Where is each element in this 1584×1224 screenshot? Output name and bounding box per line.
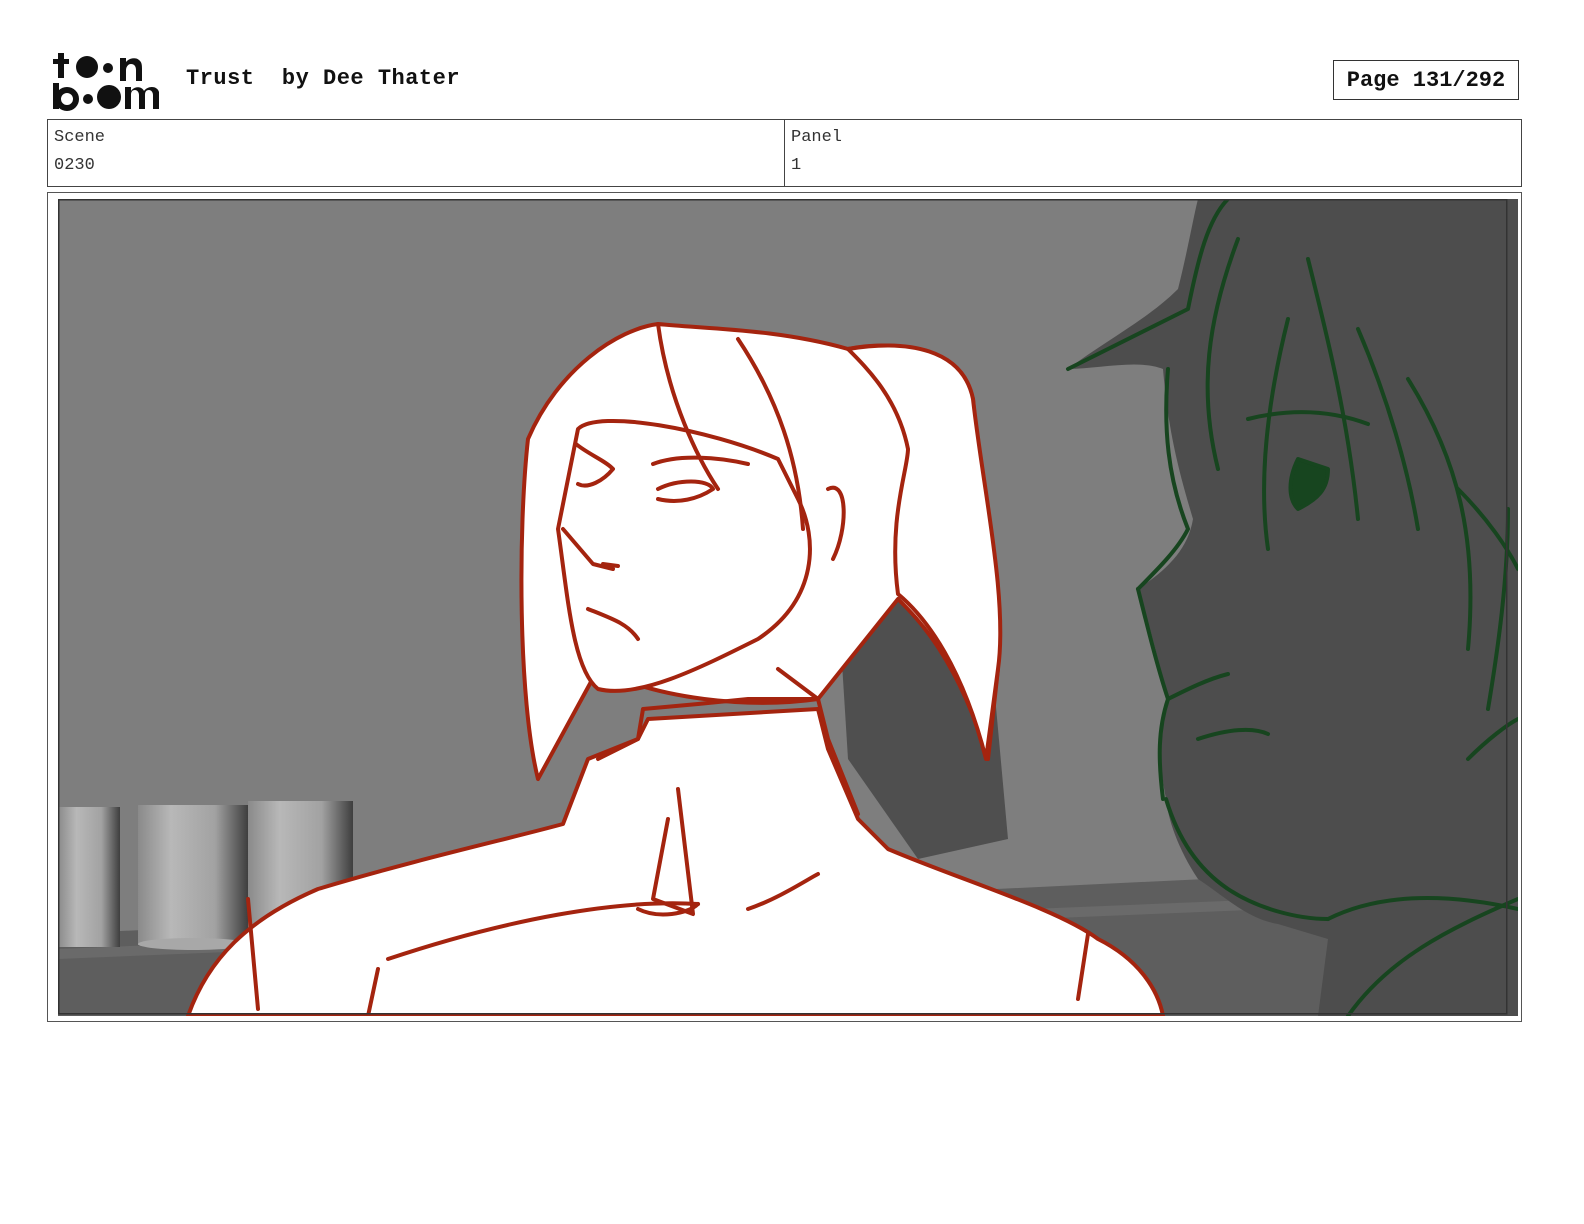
page-indicator: Page 131/292 [1333,60,1519,100]
scene-label: Scene [54,128,106,147]
scene-cell: Scene 0230 [48,120,784,186]
panel-label: Panel [791,128,843,147]
document-title: Trust by Dee Thater [186,66,461,91]
panel-value: 1 [791,156,802,175]
scene-panel-info: Scene 0230 Panel 1 [47,119,1522,187]
panel-sketch [58,199,1518,1016]
toonboom-logo [53,53,159,111]
panel-cell: Panel 1 [784,120,1521,186]
scene-value: 0230 [54,156,95,175]
